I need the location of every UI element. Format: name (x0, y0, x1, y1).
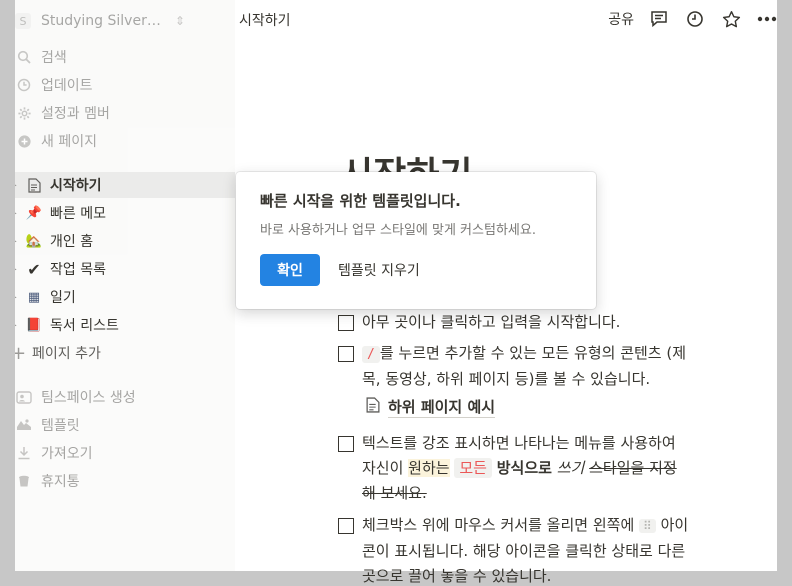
todo-text[interactable]: 체크박스 위에 마우스 커서를 올리면 왼쪽에 ⠿ 아이콘이 표시됩니다. 해당… (362, 513, 698, 586)
strikethrough-text: 스타일을 지정 (589, 459, 677, 477)
trash-icon (15, 472, 33, 490)
todo-item: 아무 곳이나 클릭하고 입력을 시작합니다. (338, 310, 698, 335)
todo-checkbox[interactable] (338, 518, 354, 534)
bold-text: 방식으로 (496, 459, 552, 477)
todo-text-part: 텍스트를 강조 표시하면 나타나는 메뉴를 사용하여 (362, 434, 676, 452)
modal-actions: 확인 템플릿 지우기 (260, 254, 572, 286)
remove-template-button[interactable]: 템플릿 지우기 (338, 260, 420, 280)
italic-text: 쓰기 (556, 459, 585, 477)
subpage-title: 하위 페이지 예시 (388, 398, 496, 418)
sidebar-bottom: 팀스페이스 생성 템플릿 가져오기 휴지통 (15, 0, 235, 571)
todo-text[interactable]: 텍스트를 강조 표시하면 나타나는 메뉴를 사용하여자신이 원하는 모든 방식으… (362, 431, 698, 506)
sidebar-item-trash[interactable]: 휴지통 (15, 468, 235, 494)
highlighted-text: 원하는 (408, 459, 450, 477)
share-button[interactable]: 공유 (608, 9, 634, 29)
sidebar-item-label: 템플릿 (41, 418, 80, 434)
todo-text-part: 체크박스 위에 마우스 커서를 올리면 왼쪽에 (362, 516, 640, 534)
template-intro-modal: 빠른 시작을 위한 템플릿입니다. 바로 사용하거나 업무 스타일에 맞게 커스… (236, 172, 596, 309)
subpage-link[interactable]: 하위 페이지 예시 (366, 396, 496, 418)
sidebar-item-templates[interactable]: 템플릿 (15, 412, 235, 438)
todo-checkbox[interactable] (338, 436, 354, 452)
template-icon (15, 416, 33, 434)
confirm-button[interactable]: 확인 (260, 254, 320, 286)
todo-text[interactable]: 아무 곳이나 클릭하고 입력을 시작합니다. (362, 310, 698, 335)
breadcrumb-page-title[interactable]: 시작하기 (239, 10, 291, 30)
todo-checkbox[interactable] (338, 346, 354, 362)
todo-text[interactable]: / 를 누르면 추가할 수 있는 모든 유형의 콘텐츠 (제목, 동영상, 하위 … (362, 341, 698, 392)
modal-title: 빠른 시작을 위한 템플릿입니다. (260, 192, 461, 210)
todo-item: / 를 누르면 추가할 수 있는 모든 유형의 콘텐츠 (제목, 동영상, 하위 … (338, 341, 698, 392)
sidebar-item-import[interactable]: 가져오기 (15, 440, 235, 466)
todo-item: 체크박스 위에 마우스 커서를 올리면 왼쪽에 ⠿ 아이콘이 표시됩니다. 해당… (338, 513, 698, 586)
download-icon (15, 444, 33, 462)
sidebar-item-label: 팀스페이스 생성 (41, 390, 136, 406)
todo-item: 텍스트를 강조 표시하면 나타나는 메뉴를 사용하여자신이 원하는 모든 방식으… (338, 431, 698, 506)
drag-handle-icon: ⠿ (639, 519, 656, 533)
inline-code: / (362, 346, 380, 363)
history-clock-icon[interactable] (684, 8, 706, 30)
comment-icon[interactable] (648, 8, 670, 30)
sidebar-item-label: 휴지통 (41, 474, 80, 490)
todo-text-part: 자신이 (362, 459, 409, 477)
people-icon (15, 388, 33, 406)
sidebar-item-label: 가져오기 (41, 446, 93, 462)
more-dots-icon[interactable] (756, 8, 778, 30)
modal-description: 바로 사용하거나 업무 스타일에 맞게 커스텀하세요. (260, 223, 536, 238)
todo-checkbox[interactable] (338, 315, 354, 331)
sidebar-item-create-teamspace[interactable]: 팀스페이스 생성 (15, 384, 235, 410)
star-icon[interactable] (720, 8, 742, 30)
page-icon (366, 397, 380, 417)
todo-text-rest: 를 누르면 추가할 수 있는 모든 유형의 콘텐츠 (제목, 동영상, 하위 페… (362, 344, 687, 388)
red-text: 모든 (454, 458, 492, 478)
topbar-actions: 공유 (608, 8, 778, 30)
strikethrough-text: 해 보세요. (362, 484, 427, 502)
